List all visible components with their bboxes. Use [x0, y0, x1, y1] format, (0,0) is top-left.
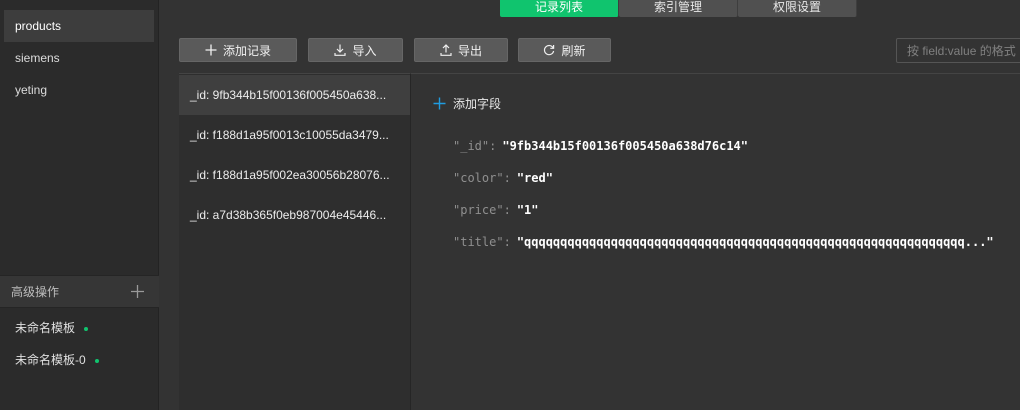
collection-item-yeting[interactable]: yeting	[4, 74, 154, 106]
record-detail-panel: 添加字段 "_id": "9fb344b15f00136f005450a638d7…	[410, 73, 1020, 410]
template-item[interactable]: 未命名模板	[15, 317, 89, 339]
refresh-label: 刷新	[561, 43, 586, 58]
field-value[interactable]: "1"	[517, 203, 539, 217]
field-value[interactable]: "9fb344b15f00136f005450a638d76c14"	[502, 139, 748, 153]
field-row: "color": "red"	[453, 171, 553, 185]
collection-label: yeting	[15, 83, 48, 97]
field-key: "price"	[453, 203, 504, 217]
add-icon[interactable]	[130, 284, 145, 299]
refresh-button[interactable]: 刷新	[518, 38, 611, 62]
collection-label: products	[15, 19, 62, 33]
collection-item-products[interactable]: products	[4, 10, 154, 42]
download-icon	[334, 44, 347, 56]
field-key: "color"	[453, 171, 504, 185]
plus-icon	[433, 97, 446, 109]
field-key: "_id"	[453, 139, 490, 153]
refresh-icon	[544, 44, 555, 56]
status-dot-icon	[94, 358, 99, 363]
export-label: 导出	[457, 43, 482, 58]
tab-indexes[interactable]: 索引管理	[619, 0, 738, 17]
record-list-item[interactable]: _id: 9fb344b15f00136f005450a638...	[179, 75, 410, 115]
field-value[interactable]: "qqqqqqqqqqqqqqqqqqqqqqqqqqqqqqqqqqqqqqq…	[517, 235, 994, 249]
record-list-item[interactable]: _id: f188d1a95f0013c10055da3479...	[179, 115, 410, 155]
tab-bar: 记录列表 索引管理 权限设置	[500, 0, 857, 17]
plus-icon	[205, 44, 217, 56]
record-list: _id: 9fb344b15f00136f005450a638... _id: …	[179, 73, 410, 410]
record-list-item[interactable]: _id: f188d1a95f002ea30056b28076...	[179, 155, 410, 195]
export-button[interactable]: 导出	[414, 38, 508, 62]
tab-permissions[interactable]: 权限设置	[738, 0, 857, 17]
field-value[interactable]: "red"	[517, 171, 553, 185]
advanced-operations-header: 高级操作	[0, 275, 159, 308]
add-field-button[interactable]: 添加字段	[433, 94, 501, 112]
collection-item-siemens[interactable]: siemens	[4, 42, 154, 74]
field-row: "title": "qqqqqqqqqqqqqqqqqqqqqqqqqqqqqqq…	[453, 235, 994, 249]
add-record-button[interactable]: 添加记录	[179, 38, 297, 62]
template-label: 未命名模板	[15, 321, 76, 335]
template-item[interactable]: 未命名模板-0	[15, 349, 99, 371]
import-label: 导入	[352, 43, 377, 58]
sidebar: products siemens yeting 高级操作 未命名模板 未命名模板…	[0, 0, 159, 410]
upload-icon	[440, 44, 452, 56]
template-label: 未命名模板-0	[15, 353, 86, 367]
collection-label: siemens	[15, 51, 60, 65]
filter-search-input[interactable]	[896, 38, 1020, 63]
add-field-label: 添加字段	[453, 96, 502, 111]
tab-records[interactable]: 记录列表	[500, 0, 619, 17]
field-key: "title"	[453, 235, 504, 249]
add-record-label: 添加记录	[222, 43, 271, 58]
record-list-item[interactable]: _id: a7d38b365f0eb987004e45446...	[179, 195, 410, 235]
status-dot-icon	[84, 326, 89, 331]
advanced-operations-title: 高级操作	[11, 285, 60, 299]
import-button[interactable]: 导入	[308, 38, 403, 62]
field-row: "_id": "9fb344b15f00136f005450a638d76c14"	[453, 139, 748, 153]
field-row: "price": "1"	[453, 203, 539, 217]
